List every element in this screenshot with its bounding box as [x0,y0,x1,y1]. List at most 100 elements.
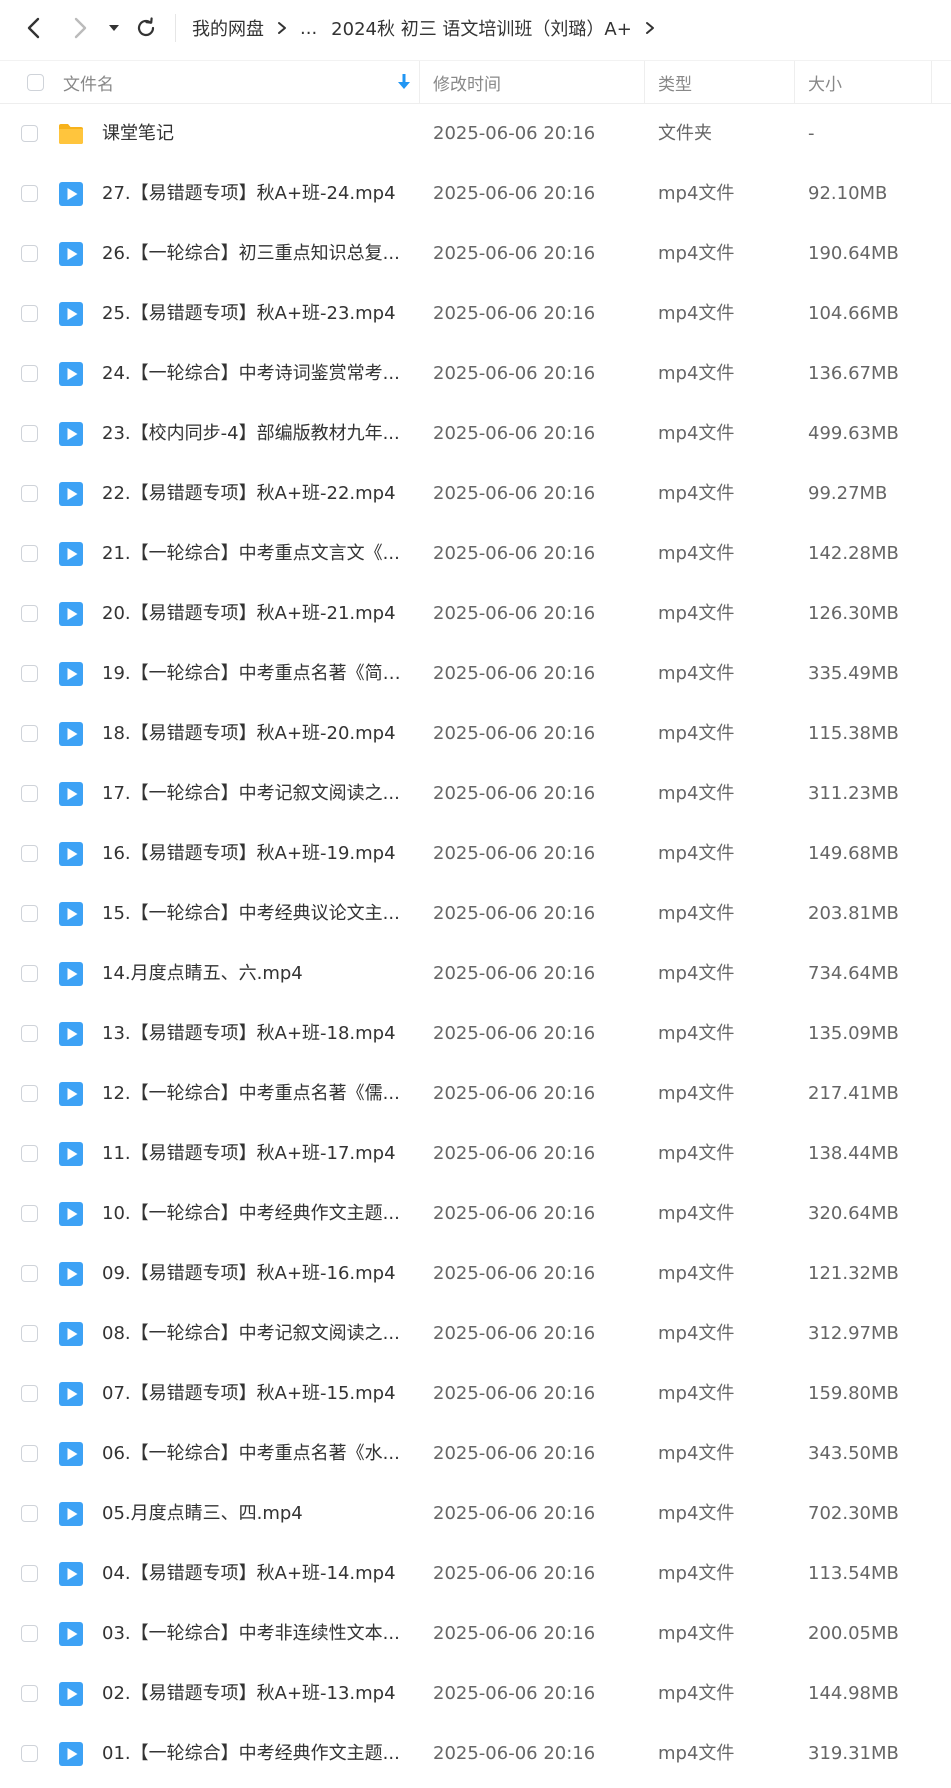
file-row[interactable]: 05.月度点睛三、四.mp4 2025-06-06 20:16 mp4文件 702.3… [0,1484,951,1544]
file-name[interactable]: 19.【一轮综合】中考重点名著《简·... [102,644,402,704]
file-name[interactable]: 17.【一轮综合】中考记叙文阅读之... [102,764,402,824]
file-name[interactable]: 02.【易错题专项】秋A+班-13.mp4 [102,1664,402,1724]
row-checkbox[interactable] [21,1025,38,1042]
file-name[interactable]: 11.【易错题专项】秋A+班-17.mp4 [102,1124,402,1184]
file-row[interactable]: 15.【一轮综合】中考经典议论文主... 2025-06-06 20:16 mp4文… [0,884,951,944]
file-row[interactable]: 04.【易错题专项】秋A+班-14.mp4 2025-06-06 20:16 mp4… [0,1544,951,1604]
row-checkbox[interactable] [21,185,38,202]
file-name[interactable]: 14.月度点睛五、六.mp4 [102,944,402,1004]
column-divider[interactable] [644,61,645,103]
row-checkbox[interactable] [21,1265,38,1282]
file-name[interactable]: 15.【一轮综合】中考经典议论文主... [102,884,402,944]
breadcrumb-ellipsis[interactable]: ... [300,18,317,39]
file-name[interactable]: 18.【易错题专项】秋A+班-20.mp4 [102,704,402,764]
row-checkbox[interactable] [21,1385,38,1402]
column-divider[interactable] [794,61,795,103]
file-row[interactable]: 16.【易错题专项】秋A+班-19.mp4 2025-06-06 20:16 mp4… [0,824,951,884]
file-name[interactable]: 26.【一轮综合】初三重点知识总复... [102,224,402,284]
file-name[interactable]: 25.【易错题专项】秋A+班-23.mp4 [102,284,402,344]
file-row[interactable]: 19.【一轮综合】中考重点名著《简·... 2025-06-06 20:16 mp4… [0,644,951,704]
column-divider[interactable] [419,61,420,103]
file-name[interactable]: 课堂笔记 [102,104,402,164]
file-row[interactable]: 26.【一轮综合】初三重点知识总复... 2025-06-06 20:16 mp4文… [0,224,951,284]
file-row[interactable]: 25.【易错题专项】秋A+班-23.mp4 2025-06-06 20:16 mp4… [0,284,951,344]
file-name[interactable]: 27.【易错题专项】秋A+班-24.mp4 [102,164,402,224]
file-row[interactable]: 27.【易错题专项】秋A+班-24.mp4 2025-06-06 20:16 mp4… [0,164,951,224]
file-row[interactable]: 24.【一轮综合】中考诗词鉴赏常考... 2025-06-06 20:16 mp4文… [0,344,951,404]
file-row[interactable]: 11.【易错题专项】秋A+班-17.mp4 2025-06-06 20:16 mp4… [0,1124,951,1184]
column-header-modified[interactable]: 修改时间 [433,61,501,103]
column-header-size[interactable]: 大小 [808,61,842,103]
row-checkbox[interactable] [21,725,38,742]
file-row[interactable]: 13.【易错题专项】秋A+班-18.mp4 2025-06-06 20:16 mp4… [0,1004,951,1064]
column-divider[interactable] [931,61,932,103]
file-row[interactable]: 17.【一轮综合】中考记叙文阅读之... 2025-06-06 20:16 mp4文… [0,764,951,824]
file-name[interactable]: 23.【校内同步-4】部编版教材九年... [102,404,402,464]
row-checkbox[interactable] [21,605,38,622]
row-checkbox[interactable] [21,1205,38,1222]
file-name[interactable]: 16.【易错题专项】秋A+班-19.mp4 [102,824,402,884]
file-name[interactable]: 03.【一轮综合】中考非连续性文本... [102,1604,402,1664]
file-name[interactable]: 09.【易错题专项】秋A+班-16.mp4 [102,1244,402,1304]
row-checkbox[interactable] [21,245,38,262]
file-row[interactable]: 01.【一轮综合】中考经典作文主题... 2025-06-06 20:16 mp4文… [0,1724,951,1784]
row-checkbox[interactable] [21,1085,38,1102]
back-button[interactable] [20,14,48,42]
row-checkbox[interactable] [21,1445,38,1462]
file-name[interactable]: 20.【易错题专项】秋A+班-21.mp4 [102,584,402,644]
file-name[interactable]: 07.【易错题专项】秋A+班-15.mp4 [102,1364,402,1424]
file-name[interactable]: 10.【一轮综合】中考经典作文主题... [102,1184,402,1244]
file-name[interactable]: 13.【易错题专项】秋A+班-18.mp4 [102,1004,402,1064]
row-checkbox[interactable] [21,785,38,802]
file-name[interactable]: 04.【易错题专项】秋A+班-14.mp4 [102,1544,402,1604]
row-checkbox[interactable] [21,1325,38,1342]
file-row[interactable]: 18.【易错题专项】秋A+班-20.mp4 2025-06-06 20:16 mp4… [0,704,951,764]
file-name[interactable]: 01.【一轮综合】中考经典作文主题... [102,1724,402,1784]
row-checkbox[interactable] [21,1625,38,1642]
file-row[interactable]: 22.【易错题专项】秋A+班-22.mp4 2025-06-06 20:16 mp4… [0,464,951,524]
sort-descending-icon[interactable] [396,73,412,91]
row-checkbox[interactable] [21,905,38,922]
row-checkbox[interactable] [21,425,38,442]
row-checkbox[interactable] [21,1505,38,1522]
row-checkbox[interactable] [21,1145,38,1162]
row-checkbox[interactable] [21,1565,38,1582]
file-name[interactable]: 08.【一轮综合】中考记叙文阅读之... [102,1304,402,1364]
row-checkbox[interactable] [21,965,38,982]
forward-button[interactable] [66,14,94,42]
file-name[interactable]: 24.【一轮综合】中考诗词鉴赏常考... [102,344,402,404]
row-checkbox[interactable] [21,305,38,322]
file-row[interactable]: 10.【一轮综合】中考经典作文主题... 2025-06-06 20:16 mp4文… [0,1184,951,1244]
refresh-button[interactable] [132,14,160,42]
file-name[interactable]: 21.【一轮综合】中考重点文言文《... [102,524,402,584]
file-row[interactable]: 08.【一轮综合】中考记叙文阅读之... 2025-06-06 20:16 mp4文… [0,1304,951,1364]
row-checkbox[interactable] [21,1745,38,1762]
select-all-checkbox[interactable] [27,73,44,91]
row-checkbox[interactable] [21,545,38,562]
file-row[interactable]: 02.【易错题专项】秋A+班-13.mp4 2025-06-06 20:16 mp4… [0,1664,951,1724]
file-row[interactable]: 06.【一轮综合】中考重点名著《水... 2025-06-06 20:16 mp4文… [0,1424,951,1484]
row-checkbox[interactable] [21,485,38,502]
file-row[interactable]: 14.月度点睛五、六.mp4 2025-06-06 20:16 mp4文件 734.6… [0,944,951,1004]
file-name[interactable]: 05.月度点睛三、四.mp4 [102,1484,402,1544]
file-name[interactable]: 12.【一轮综合】中考重点名著《儒... [102,1064,402,1124]
row-checkbox[interactable] [21,665,38,682]
column-header-type[interactable]: 类型 [658,61,692,103]
row-checkbox[interactable] [21,125,38,142]
file-row[interactable]: 21.【一轮综合】中考重点文言文《... 2025-06-06 20:16 mp4文… [0,524,951,584]
column-header-name[interactable]: 文件名 [63,61,114,103]
file-row[interactable]: 09.【易错题专项】秋A+班-16.mp4 2025-06-06 20:16 mp4… [0,1244,951,1304]
breadcrumb-root[interactable]: 我的网盘 [192,15,264,41]
file-row[interactable]: 07.【易错题专项】秋A+班-15.mp4 2025-06-06 20:16 mp4… [0,1364,951,1424]
file-row[interactable]: 03.【一轮综合】中考非连续性文本... 2025-06-06 20:16 mp4文… [0,1604,951,1664]
file-row[interactable]: 23.【校内同步-4】部编版教材九年... 2025-06-06 20:16 mp4… [0,404,951,464]
row-checkbox[interactable] [21,845,38,862]
history-dropdown-button[interactable] [101,14,127,42]
file-name[interactable]: 22.【易错题专项】秋A+班-22.mp4 [102,464,402,524]
file-row[interactable]: 12.【一轮综合】中考重点名著《儒... 2025-06-06 20:16 mp4文… [0,1064,951,1124]
file-row[interactable]: 20.【易错题专项】秋A+班-21.mp4 2025-06-06 20:16 mp4… [0,584,951,644]
row-checkbox[interactable] [21,365,38,382]
file-name[interactable]: 06.【一轮综合】中考重点名著《水... [102,1424,402,1484]
row-checkbox[interactable] [21,1685,38,1702]
file-row[interactable]: 课堂笔记 2025-06-06 20:16 文件夹 - [0,104,951,164]
